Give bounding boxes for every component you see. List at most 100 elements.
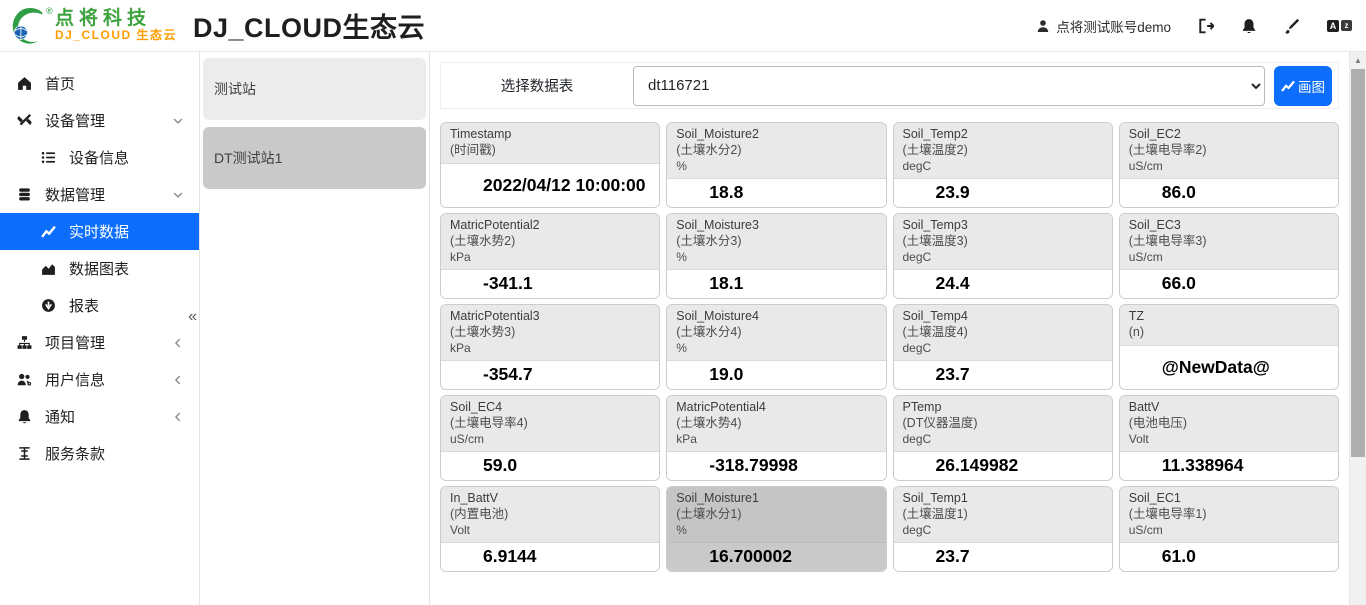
card-header: Soil_Moisture4(土壤水分4)%	[667, 305, 885, 361]
sign-out-icon[interactable]	[1198, 18, 1214, 34]
brush-icon[interactable]	[1284, 18, 1300, 34]
datatable-select[interactable]: dt116721	[633, 66, 1265, 106]
data-card[interactable]: Soil_EC4(土壤电导率4)uS/cm59.0	[440, 395, 660, 481]
scrollbar-thumb[interactable]	[1351, 69, 1365, 457]
registered-mark: ®	[46, 6, 53, 16]
card-field-name: Soil_Temp2	[903, 127, 1103, 143]
station-name: 测试站	[214, 79, 256, 99]
sidebar-item[interactable]: 数据图表	[0, 250, 199, 287]
data-card[interactable]: Soil_Temp3(土壤温度3)degC24.4	[893, 213, 1113, 299]
station-item[interactable]: 测试站	[203, 58, 426, 120]
data-card[interactable]: BattV(电池电压)Volt11.338964	[1119, 395, 1339, 481]
brand-logo[interactable]: ® 点将科技 DJ_CLOUD 生态云	[8, 5, 177, 47]
sidebar: 首页设备管理设备信息数据管理实时数据数据图表报表项目管理用户信息通知服务条款 «	[0, 52, 200, 605]
data-card[interactable]: Soil_Temp2(土壤温度2)degC23.9	[893, 122, 1113, 208]
data-card[interactable]: Soil_Moisture4(土壤水分4)%19.0	[666, 304, 886, 390]
card-header: Soil_Temp1(土壤温度1)degC	[894, 487, 1112, 543]
sidebar-item[interactable]: 实时数据	[0, 213, 199, 250]
card-header: Soil_Temp4(土壤温度4)degC	[894, 305, 1112, 361]
card-field-unit: degC	[903, 523, 1103, 538]
data-cards-grid: Timestamp(时间戳)2022/04/12 10:00:00Soil_Mo…	[440, 122, 1339, 572]
data-card[interactable]: In_BattV(内置电池)Volt6.9144	[440, 486, 660, 572]
station-item[interactable]: DT测试站1	[203, 127, 426, 189]
card-value: @NewData@	[1120, 346, 1338, 390]
data-card[interactable]: Soil_EC1(土壤电导率1)uS/cm61.0	[1119, 486, 1339, 572]
card-field-cn: (电池电压)	[1129, 416, 1329, 432]
card-value: 86.0	[1120, 179, 1338, 207]
card-header: BattV(电池电压)Volt	[1120, 396, 1338, 452]
card-value: 2022/04/12 10:00:00	[441, 164, 659, 208]
card-header: Soil_EC3(土壤电导率3)uS/cm	[1120, 214, 1338, 270]
card-field-name: Soil_Temp3	[903, 218, 1103, 234]
main-content: 选择数据表 dt116721 画图 Timestamp(时间戳)2022/04/…	[430, 52, 1349, 605]
card-header: MatricPotential4(土壤水势4)kPa	[667, 396, 885, 452]
station-list: 测试站 DT测试站1	[200, 52, 430, 605]
data-card[interactable]: Timestamp(时间戳)2022/04/12 10:00:00	[440, 122, 660, 208]
data-card[interactable]: MatricPotential4(土壤水势4)kPa-318.79998	[666, 395, 886, 481]
sidebar-item[interactable]: 设备管理	[0, 102, 199, 139]
card-field-cn: (土壤水分3)	[676, 234, 876, 250]
card-value: 6.9144	[441, 543, 659, 571]
data-card[interactable]: MatricPotential2(土壤水势2)kPa-341.1	[440, 213, 660, 299]
scrollbar-up-arrow[interactable]: ▲	[1350, 52, 1366, 69]
card-header: TZ(n)	[1120, 305, 1338, 346]
card-field-cn: (土壤水势2)	[450, 234, 650, 250]
database-icon	[17, 187, 34, 202]
report-icon	[41, 298, 58, 313]
card-field-cn: (时间戳)	[450, 143, 650, 159]
card-value: 23.9	[894, 179, 1112, 207]
sidebar-collapse-icon[interactable]: «	[188, 309, 197, 325]
data-card[interactable]: Soil_Moisture2(土壤水分2)%18.8	[666, 122, 886, 208]
draw-chart-label: 画图	[1298, 76, 1325, 96]
sidebar-item[interactable]: 首页	[0, 65, 199, 102]
card-field-name: Soil_EC2	[1129, 127, 1329, 143]
card-header: MatricPotential2(土壤水势2)kPa	[441, 214, 659, 270]
sidebar-item-label: 项目管理	[45, 332, 105, 353]
chart-line-icon	[1281, 79, 1295, 93]
card-field-name: Soil_Temp4	[903, 309, 1103, 325]
data-card[interactable]: Soil_Moisture3(土壤水分3)%18.1	[666, 213, 886, 299]
card-field-unit: Volt	[1129, 432, 1329, 447]
person-icon	[1036, 19, 1050, 33]
sidebar-item[interactable]: 用户信息	[0, 361, 199, 398]
bell-icon[interactable]	[1241, 18, 1257, 34]
card-field-cn: (土壤温度4)	[903, 325, 1103, 341]
sidebar-item[interactable]: 数据管理	[0, 176, 199, 213]
user-account[interactable]: 点将测试账号demo	[1036, 16, 1171, 36]
card-value: -354.7	[441, 361, 659, 389]
data-card[interactable]: PTemp(DT仪器温度)degC26.149982	[893, 395, 1113, 481]
card-field-cn: (土壤电导率3)	[1129, 234, 1329, 250]
card-field-unit: degC	[903, 159, 1103, 174]
sidebar-item[interactable]: 设备信息	[0, 139, 199, 176]
card-value: 61.0	[1120, 543, 1338, 571]
card-value: 16.700002	[667, 543, 885, 571]
card-field-cn: (土壤水分1)	[676, 507, 876, 523]
card-field-name: TZ	[1129, 309, 1329, 325]
card-field-unit: %	[676, 523, 876, 538]
card-value: 23.7	[894, 361, 1112, 389]
data-card[interactable]: Soil_Temp4(土壤温度4)degC23.7	[893, 304, 1113, 390]
data-card[interactable]: Soil_EC3(土壤电导率3)uS/cm66.0	[1119, 213, 1339, 299]
card-field-name: BattV	[1129, 400, 1329, 416]
card-value: -341.1	[441, 270, 659, 298]
card-field-cn: (土壤水分4)	[676, 325, 876, 341]
sidebar-item[interactable]: 服务条款	[0, 435, 199, 472]
data-card[interactable]: Soil_EC2(土壤电导率2)uS/cm86.0	[1119, 122, 1339, 208]
vertical-scrollbar[interactable]: ▲	[1349, 52, 1366, 605]
sidebar-item[interactable]: 报表	[0, 287, 199, 324]
data-card[interactable]: TZ(n)@NewData@	[1119, 304, 1339, 390]
draw-chart-button[interactable]: 画图	[1274, 66, 1332, 106]
sidebar-item-label: 用户信息	[45, 369, 105, 390]
card-header: Soil_Temp2(土壤温度2)degC	[894, 123, 1112, 179]
data-card[interactable]: Soil_Temp1(土壤温度1)degC23.7	[893, 486, 1113, 572]
translate-icon[interactable]: Az	[1327, 20, 1352, 32]
card-header: Soil_Moisture1(土壤水分1)%	[667, 487, 885, 543]
card-field-cn: (土壤水势4)	[676, 416, 876, 432]
card-field-name: MatricPotential3	[450, 309, 650, 325]
sidebar-item[interactable]: 项目管理	[0, 324, 199, 361]
data-card[interactable]: Soil_Moisture1(土壤水分1)%16.700002	[666, 486, 886, 572]
card-field-unit: degC	[903, 341, 1103, 356]
chevron-left-icon	[172, 411, 184, 423]
sidebar-item[interactable]: 通知	[0, 398, 199, 435]
data-card[interactable]: MatricPotential3(土壤水势3)kPa-354.7	[440, 304, 660, 390]
